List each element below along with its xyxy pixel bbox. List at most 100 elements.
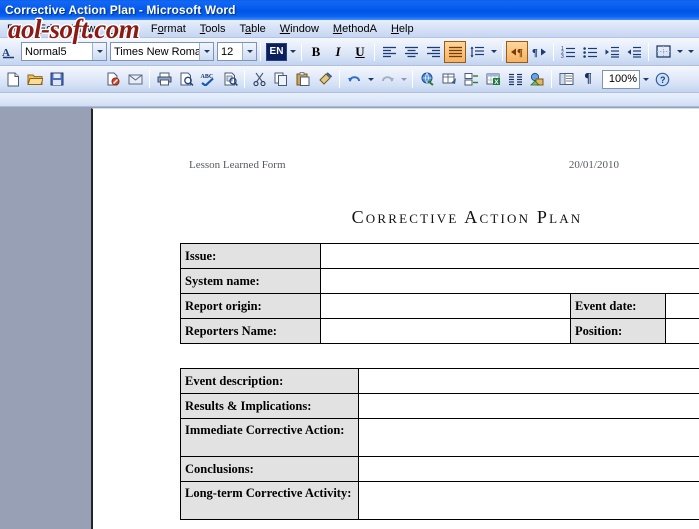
reporters-name-value[interactable]	[320, 318, 571, 344]
system-name-label: System name:	[180, 268, 321, 294]
issue-label: Issue:	[180, 243, 321, 269]
cut-icon[interactable]	[248, 68, 270, 90]
redo-dropdown-arrow[interactable]	[398, 69, 409, 89]
redo-icon[interactable]	[376, 68, 398, 90]
rtl-text-direction-icon[interactable]: ¶	[528, 41, 550, 63]
tables-and-borders-icon[interactable]	[438, 68, 460, 90]
underline-button[interactable]: U	[349, 41, 371, 63]
menu-item-table[interactable]: Table	[232, 21, 272, 37]
system-name-value[interactable]	[320, 268, 699, 294]
issue-value[interactable]	[320, 243, 699, 269]
formatting-toolbar: A Normal5 Times New Roman 12 EN B I U ¶ …	[0, 38, 699, 66]
zoom-dropdown-arrow[interactable]	[640, 69, 651, 89]
undo-dropdown-arrow[interactable]	[365, 69, 376, 89]
document-page[interactable]: Lesson Learned Form 20/01/2010 Correctiv…	[91, 108, 699, 529]
language-button[interactable]: EN	[266, 42, 287, 61]
menu-item-file[interactable]: File	[0, 21, 32, 37]
insert-hyperlink-icon[interactable]	[416, 68, 438, 90]
style-combo-arrow[interactable]	[92, 43, 106, 60]
columns-icon[interactable]	[504, 68, 526, 90]
toolbar-separator	[648, 42, 649, 61]
borders-dropdown-arrow[interactable]	[674, 42, 685, 62]
menu-item-help[interactable]: Help	[384, 21, 421, 37]
toolbar-separator	[374, 42, 375, 61]
analysis-table[interactable]: Event description: Results & Implication…	[180, 368, 699, 520]
new-document-icon[interactable]	[2, 68, 24, 90]
insert-excel-spreadsheet-icon[interactable]: X	[482, 68, 504, 90]
font-size-combo[interactable]: 12	[217, 42, 257, 61]
line-spacing-dropdown-arrow[interactable]	[488, 42, 499, 62]
table-row: Results & Implications:	[180, 393, 699, 419]
menu-item-window[interactable]: Window	[273, 21, 326, 37]
document-workspace[interactable]: Lesson Learned Form 20/01/2010 Correctiv…	[0, 107, 699, 529]
menu-item-insert[interactable]: Insert	[102, 21, 144, 37]
align-center-icon[interactable]	[400, 41, 422, 63]
line-spacing-icon[interactable]	[466, 41, 488, 63]
borders-icon[interactable]	[652, 41, 674, 63]
window-title: Corrective Action Plan - Microsoft Word	[5, 3, 236, 17]
copy-icon[interactable]	[270, 68, 292, 90]
horizontal-ruler[interactable]	[0, 93, 699, 107]
show-formatting-marks-icon[interactable]: ¶	[577, 68, 599, 90]
menu-item-edit[interactable]: Edit	[32, 21, 65, 37]
table-row: Event description:	[180, 368, 699, 394]
zoom-value: 100%	[608, 73, 637, 85]
results-implications-label: Results & Implications:	[180, 393, 359, 419]
research-icon[interactable]	[219, 68, 241, 90]
menu-bar[interactable]: File Edit View Insert Format Tools Table…	[0, 20, 699, 38]
table-row: Report origin: Event date:	[180, 293, 699, 319]
long-term-corrective-activity-value[interactable]	[358, 481, 699, 520]
paste-icon[interactable]	[292, 68, 314, 90]
drawing-icon[interactable]	[526, 68, 548, 90]
numbered-list-icon[interactable]: 123	[557, 41, 579, 63]
ltr-text-direction-icon[interactable]: ¶	[506, 40, 528, 63]
conclusions-value[interactable]	[358, 456, 699, 482]
print-icon[interactable]	[153, 68, 175, 90]
permission-icon[interactable]	[102, 68, 124, 90]
style-area-icon[interactable]: A	[0, 41, 18, 63]
help-icon[interactable]: ?	[651, 68, 673, 90]
document-header: Lesson Learned Form 20/01/2010	[189, 159, 619, 171]
align-justify-icon[interactable]	[444, 40, 466, 63]
toolbar-overflow-button[interactable]	[685, 41, 697, 63]
print-preview-icon[interactable]	[175, 68, 197, 90]
decrease-indent-icon[interactable]	[601, 41, 623, 63]
menu-item-format[interactable]: Format	[144, 21, 193, 37]
format-painter-icon[interactable]	[314, 68, 336, 90]
spelling-grammar-icon[interactable]: ABC	[197, 68, 219, 90]
report-origin-label: Report origin:	[180, 293, 321, 319]
results-implications-value[interactable]	[358, 393, 699, 419]
zoom-combo[interactable]: 100%	[602, 69, 640, 89]
language-dropdown-arrow[interactable]	[287, 42, 298, 62]
document-map-icon[interactable]	[555, 68, 577, 90]
event-description-value[interactable]	[358, 368, 699, 394]
menu-item-methoda[interactable]: MethodA	[326, 21, 384, 37]
toolbar-separator	[149, 70, 150, 88]
open-icon[interactable]	[24, 68, 46, 90]
toolbar-separator	[551, 70, 552, 88]
font-size-combo-arrow[interactable]	[242, 43, 256, 60]
bold-button[interactable]: B	[305, 41, 327, 63]
undo-icon[interactable]	[343, 68, 365, 90]
style-combo[interactable]: Normal5	[21, 42, 107, 61]
svg-text:3: 3	[561, 54, 564, 58]
save-icon[interactable]	[46, 68, 68, 90]
insert-table-icon[interactable]	[460, 68, 482, 90]
email-icon[interactable]	[124, 68, 146, 90]
immediate-corrective-action-value[interactable]	[358, 418, 699, 457]
position-value[interactable]	[665, 318, 699, 344]
menu-item-tools[interactable]: Tools	[193, 21, 233, 37]
svg-text:¶: ¶	[517, 47, 523, 58]
event-date-value[interactable]	[665, 293, 699, 319]
identification-table[interactable]: Issue: System name: Report origin: Event…	[180, 243, 699, 344]
align-right-icon[interactable]	[422, 41, 444, 63]
increase-indent-icon[interactable]	[623, 41, 645, 63]
font-combo-arrow[interactable]	[199, 43, 213, 60]
toolbar-separator	[260, 42, 261, 61]
report-origin-value[interactable]	[320, 293, 571, 319]
italic-button[interactable]: I	[327, 41, 349, 63]
menu-item-view[interactable]: View	[65, 21, 103, 37]
align-left-icon[interactable]	[378, 41, 400, 63]
font-combo[interactable]: Times New Roman	[110, 42, 214, 61]
bulleted-list-icon[interactable]	[579, 41, 601, 63]
